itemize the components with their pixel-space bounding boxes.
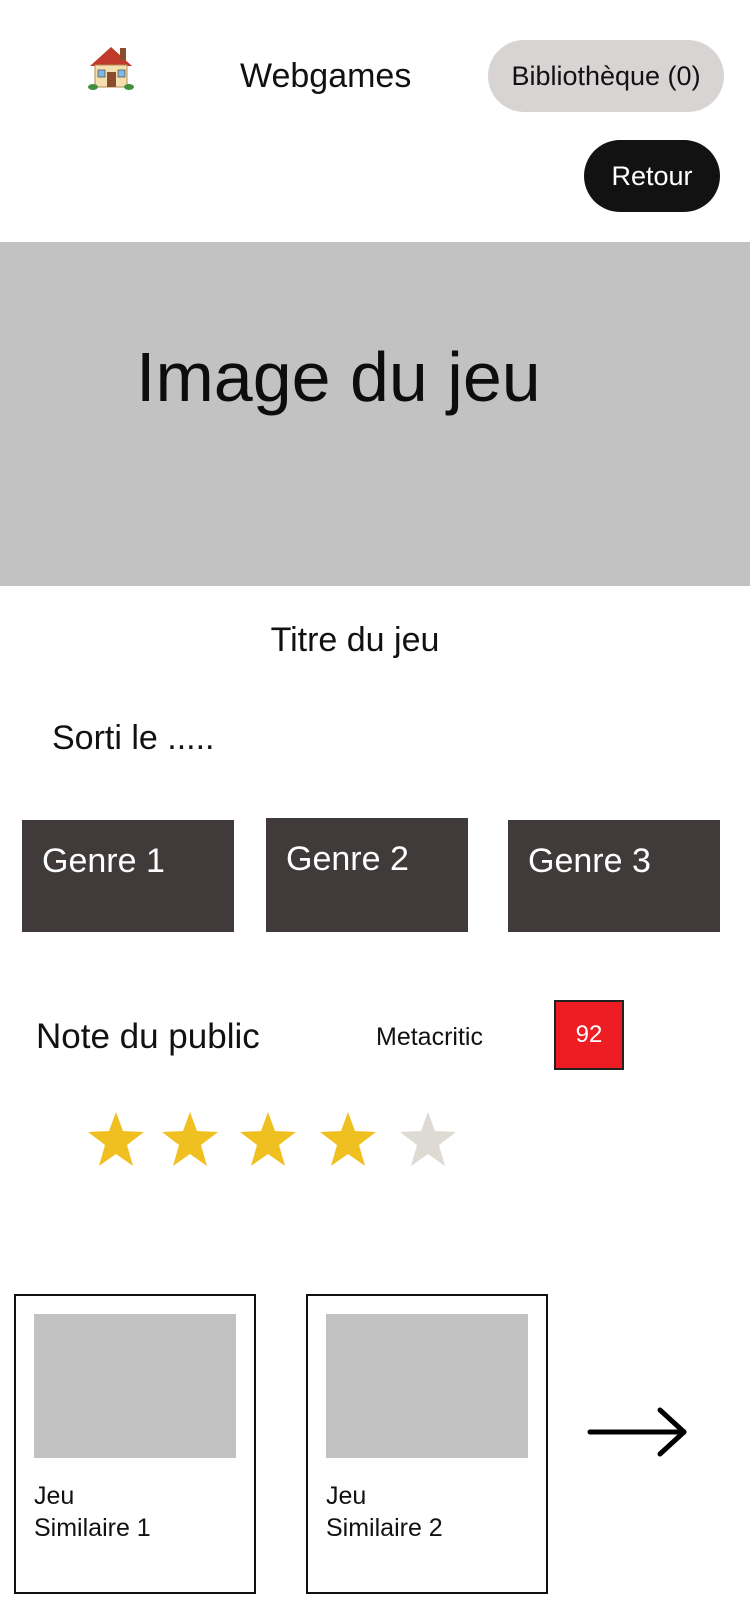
game-image-label: Image du jeu — [136, 338, 541, 416]
home-icon[interactable] — [86, 42, 136, 92]
star-filled-icon[interactable] — [160, 1110, 220, 1170]
app-title: Webgames — [240, 57, 412, 95]
arrow-right-icon[interactable] — [586, 1404, 690, 1460]
similar-game-label-line2: Similaire 1 — [34, 1514, 151, 1542]
release-date: Sorti le ..... — [52, 719, 215, 757]
similar-game-label: Jeu Similaire 1 — [34, 1480, 234, 1544]
genre-tag-1[interactable]: Genre 1 — [22, 820, 234, 932]
similar-game-label-line1: Jeu — [34, 1482, 75, 1510]
similar-game-label: Jeu Similaire 2 — [326, 1480, 526, 1544]
similar-game-label-line1: Jeu — [326, 1482, 367, 1510]
genre-tag-2[interactable]: Genre 2 — [266, 818, 468, 932]
star-empty-icon[interactable] — [398, 1110, 458, 1170]
similar-game-card-1[interactable]: Jeu Similaire 1 — [14, 1294, 256, 1594]
similar-game-card-2[interactable]: Jeu Similaire 2 — [306, 1294, 548, 1594]
genre-tag-3[interactable]: Genre 3 — [508, 820, 720, 932]
star-filled-icon[interactable] — [86, 1110, 146, 1170]
similar-game-label-line2: Similaire 2 — [326, 1514, 443, 1542]
similar-game-thumbnail — [34, 1314, 236, 1458]
similar-game-thumbnail — [326, 1314, 528, 1458]
public-rating-label: Note du public — [36, 1017, 260, 1056]
back-button[interactable]: Retour — [584, 140, 720, 212]
metacritic-label: Metacritic — [376, 1023, 483, 1051]
library-button[interactable]: Bibliothèque (0) — [488, 40, 724, 112]
metacritic-score: 92 — [554, 1000, 624, 1070]
game-title: Titre du jeu — [270, 621, 440, 659]
star-filled-icon[interactable] — [318, 1110, 378, 1170]
star-filled-icon[interactable] — [238, 1110, 298, 1170]
